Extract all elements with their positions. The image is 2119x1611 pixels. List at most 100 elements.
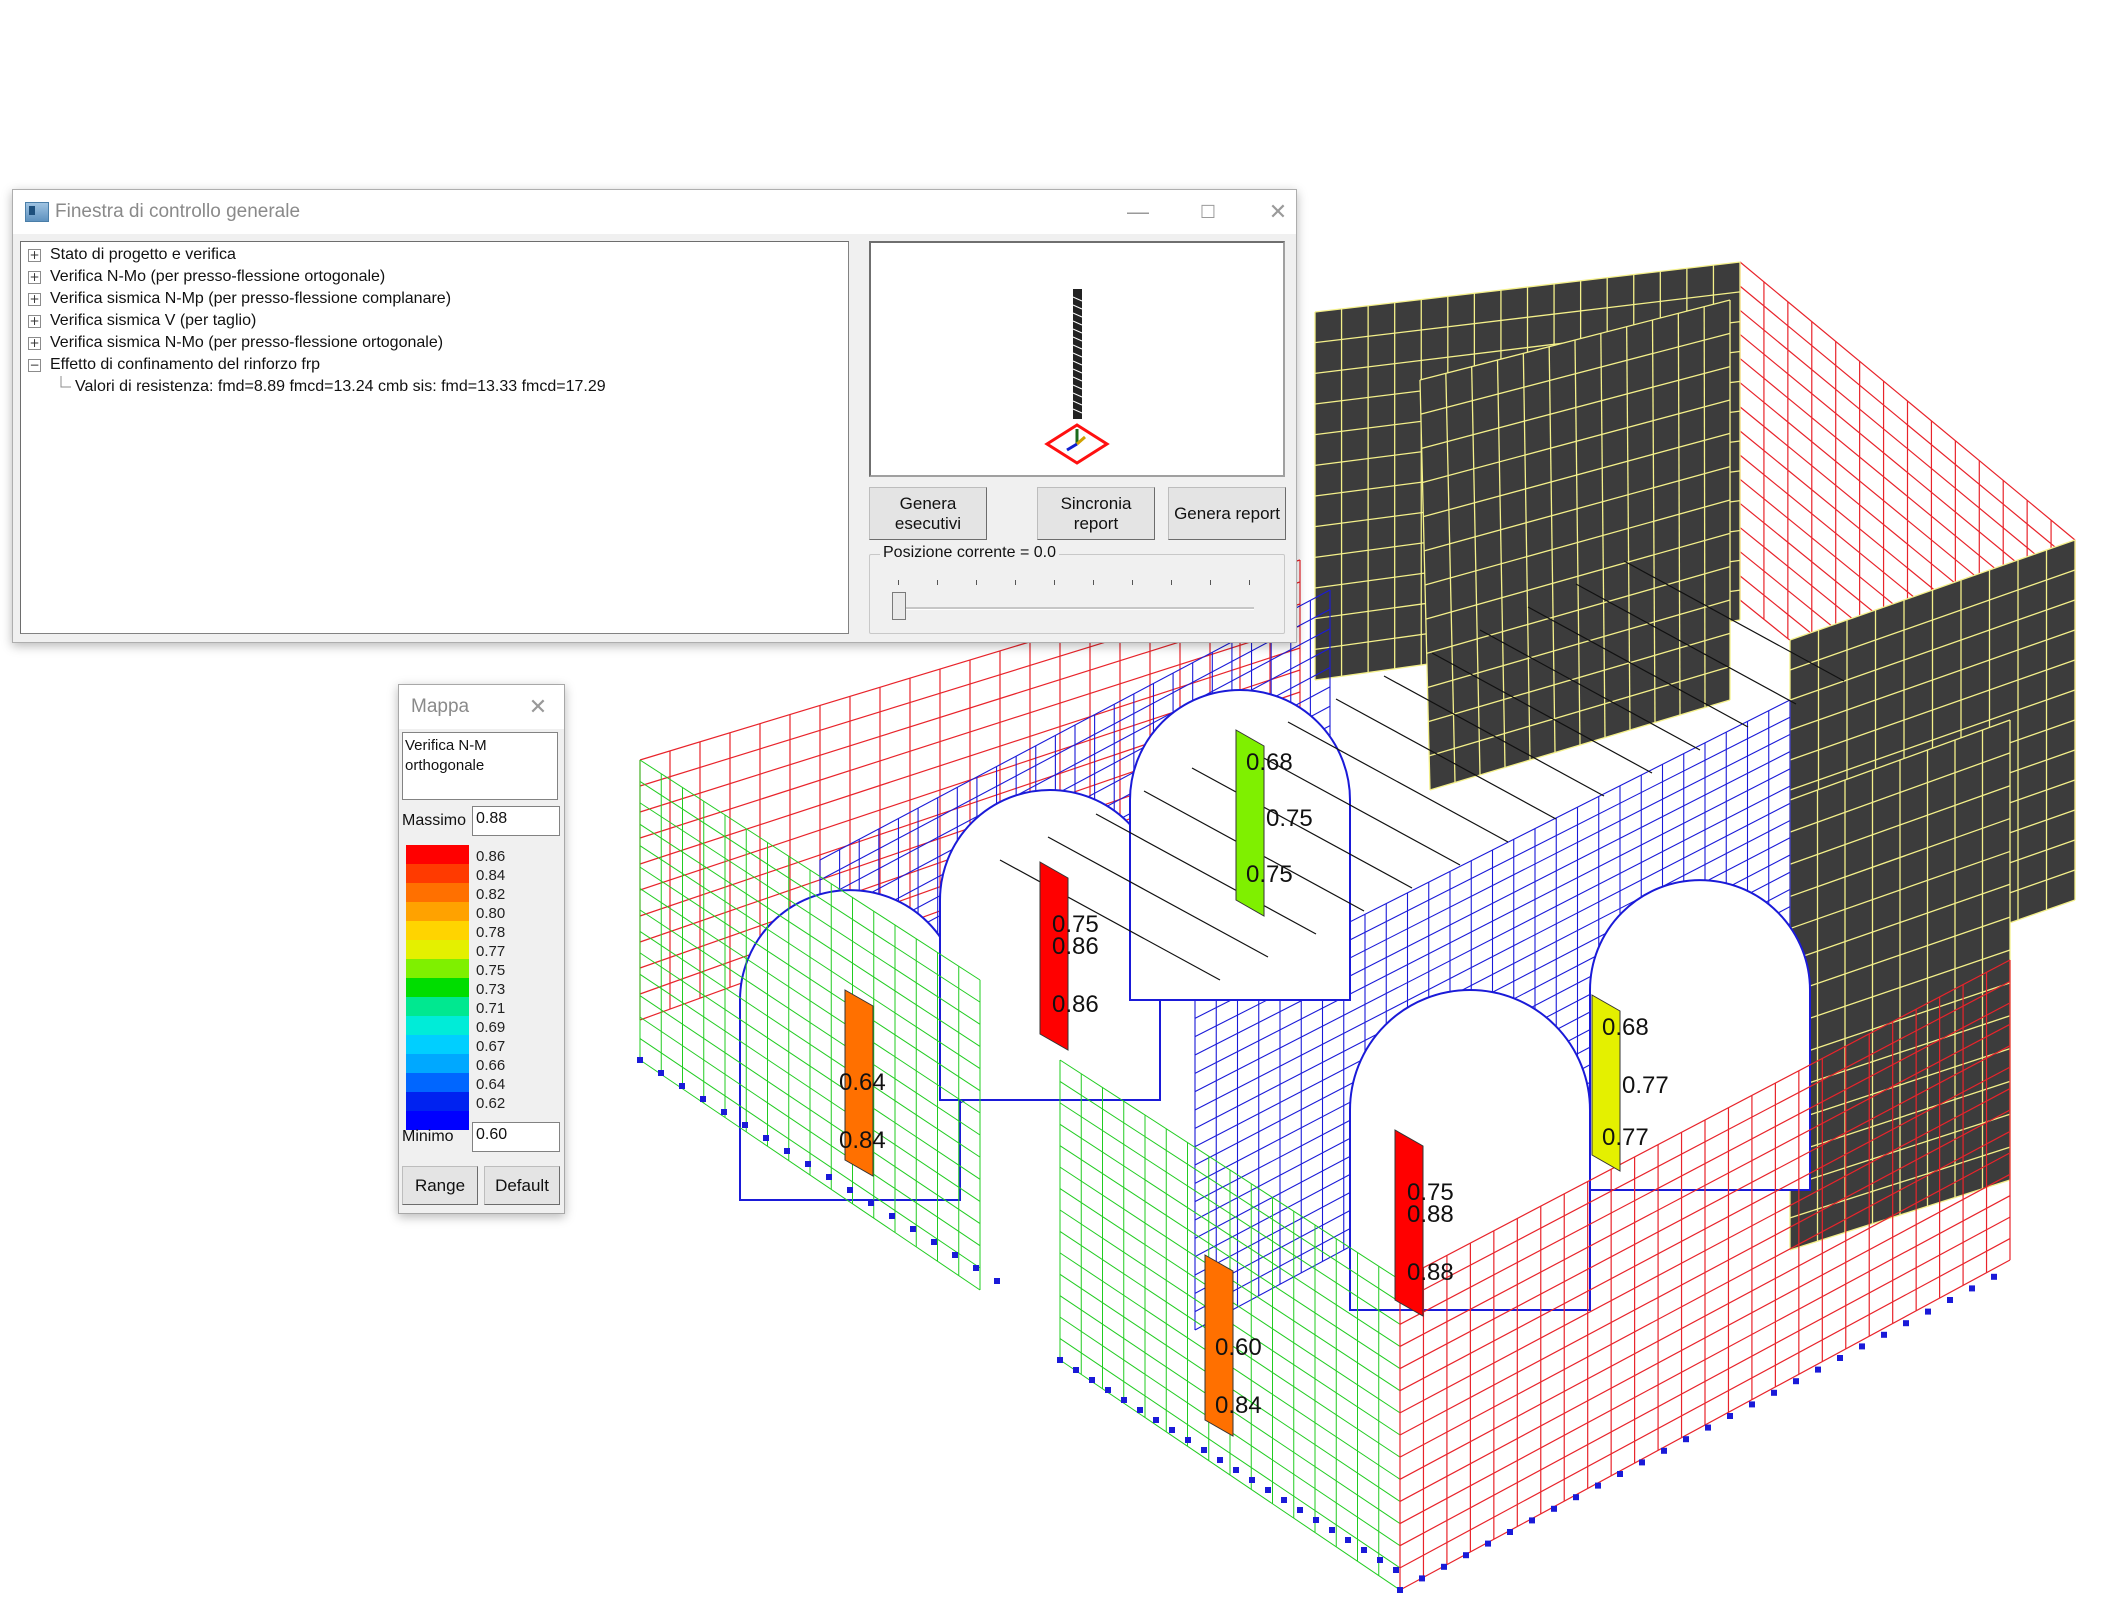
legend-value: 0.86 [476,848,506,865]
genera-esecutivi-button[interactable]: Genera esecutivi [869,487,987,540]
support-node [1397,1587,1403,1593]
support-node [1661,1447,1667,1454]
default-button[interactable]: Default [484,1166,560,1205]
tree-item-label: Verifica N-Mo (per presso-flessione orto… [50,268,386,285]
support-node [1073,1367,1079,1373]
legend-swatch [406,940,469,959]
support-node [679,1083,685,1089]
min-value-input[interactable]: 0.60 [472,1122,560,1152]
support-node [1281,1497,1287,1503]
support-node [1463,1552,1469,1559]
result-value-label: 0.68 [1246,749,1293,776]
legend-value: 0.71 [476,1000,506,1017]
tree-connector-lines [60,376,71,388]
support-node [1297,1507,1303,1513]
result-value-label: 0.84 [839,1127,886,1154]
support-node [1705,1424,1711,1431]
max-value-input[interactable]: 0.88 [472,806,560,836]
color-legend: 0.86 0.84 0.82 0.80 0.78 0.77 0.75 0.73 0.71 0.69… [402,837,558,1130]
legend-value: 0.67 [476,1038,506,1055]
support-node [1485,1540,1491,1547]
support-node [1153,1417,1159,1423]
position-label: Posizione corrente = 0.0 [880,544,1059,562]
position-slider-thumb[interactable] [892,592,906,620]
support-node [1313,1517,1319,1523]
position-slider-track[interactable] [894,607,1254,610]
support-node [637,1057,643,1063]
minimize-button[interactable]: — [1113,194,1163,230]
support-node [1925,1308,1931,1315]
support-node [1529,1517,1535,1524]
support-node [1683,1436,1689,1443]
legend-value: 0.75 [476,962,506,979]
support-node [1105,1387,1111,1393]
map-description: Verifica N-M orthogonale [402,732,558,800]
support-node [1089,1377,1095,1383]
legend-swatch [406,1073,469,1092]
maximize-button[interactable]: ☐ [1183,194,1233,230]
support-node [1265,1487,1271,1493]
range-button[interactable]: Range [402,1166,478,1205]
legend-swatch [406,883,469,902]
result-value-label: 0.77 [1602,1124,1649,1151]
support-node [1169,1427,1175,1433]
close-button[interactable]: ✕ [1253,194,1303,230]
legend-value: 0.77 [476,943,506,960]
support-node [826,1174,832,1180]
legend-value: 0.78 [476,924,506,941]
support-node [910,1226,916,1232]
dark-masonry-panel-mid [1419,299,1731,791]
support-node [721,1109,727,1115]
genera-report-button[interactable]: Genera report [1168,487,1286,540]
support-node [1507,1529,1513,1535]
legend-swatch [406,921,469,940]
legend-swatch [406,1054,469,1073]
support-node [784,1148,790,1154]
support-node [1859,1343,1865,1350]
sincronia-report-button[interactable]: Sincronia report [1037,487,1155,540]
support-node [1329,1527,1335,1533]
window-title: Finestra di controllo generale [55,201,301,222]
result-pier: 0.60 0.84 [1204,1254,1262,1437]
support-node [1185,1437,1191,1443]
legend-value: 0.73 [476,981,506,998]
max-label: Massimo [402,812,467,829]
result-value-label: 0.88 [1407,1259,1454,1286]
support-node [1233,1467,1239,1473]
support-node [931,1239,937,1245]
support-node [1881,1331,1887,1338]
support-node [1815,1366,1821,1373]
result-value-label: 0.68 [1602,1014,1649,1041]
support-node [1595,1482,1601,1489]
support-node [1345,1537,1351,1543]
verification-tree[interactable]: + Stato di progetto e verifica + Verific… [20,241,849,634]
app-icon [25,202,49,222]
arch-openings [739,689,1811,1311]
support-node [1057,1357,1063,1363]
legend-value: 0.82 [476,886,506,903]
legend-value: 0.69 [476,1019,506,1036]
map-description-line: Verifica N-M [405,737,487,754]
control-window-titlebar[interactable]: Finestra di controllo generale — ☐ ✕ [13,190,1296,234]
control-window: Finestra di controllo generale — ☐ ✕ + S… [12,189,1297,643]
map-window-titlebar[interactable]: Mappa ✕ [399,685,564,729]
legend-value: 0.66 [476,1057,506,1074]
support-node [1201,1447,1207,1453]
support-node [994,1278,1000,1284]
support-node [1969,1285,1975,1292]
support-node [1837,1355,1843,1361]
support-node [1793,1378,1799,1385]
close-icon[interactable]: ✕ [520,689,556,725]
support-node [1551,1505,1557,1512]
support-node [1991,1273,1997,1280]
support-node [868,1200,874,1206]
legend-swatch [406,1035,469,1054]
legend-swatch [406,902,469,921]
support-node [1217,1457,1223,1463]
support-node [847,1187,853,1193]
support-node [1573,1494,1579,1501]
support-node [1419,1575,1425,1582]
support-node [1903,1320,1909,1327]
result-value-label: 0.64 [839,1069,886,1096]
support-node [952,1252,958,1258]
